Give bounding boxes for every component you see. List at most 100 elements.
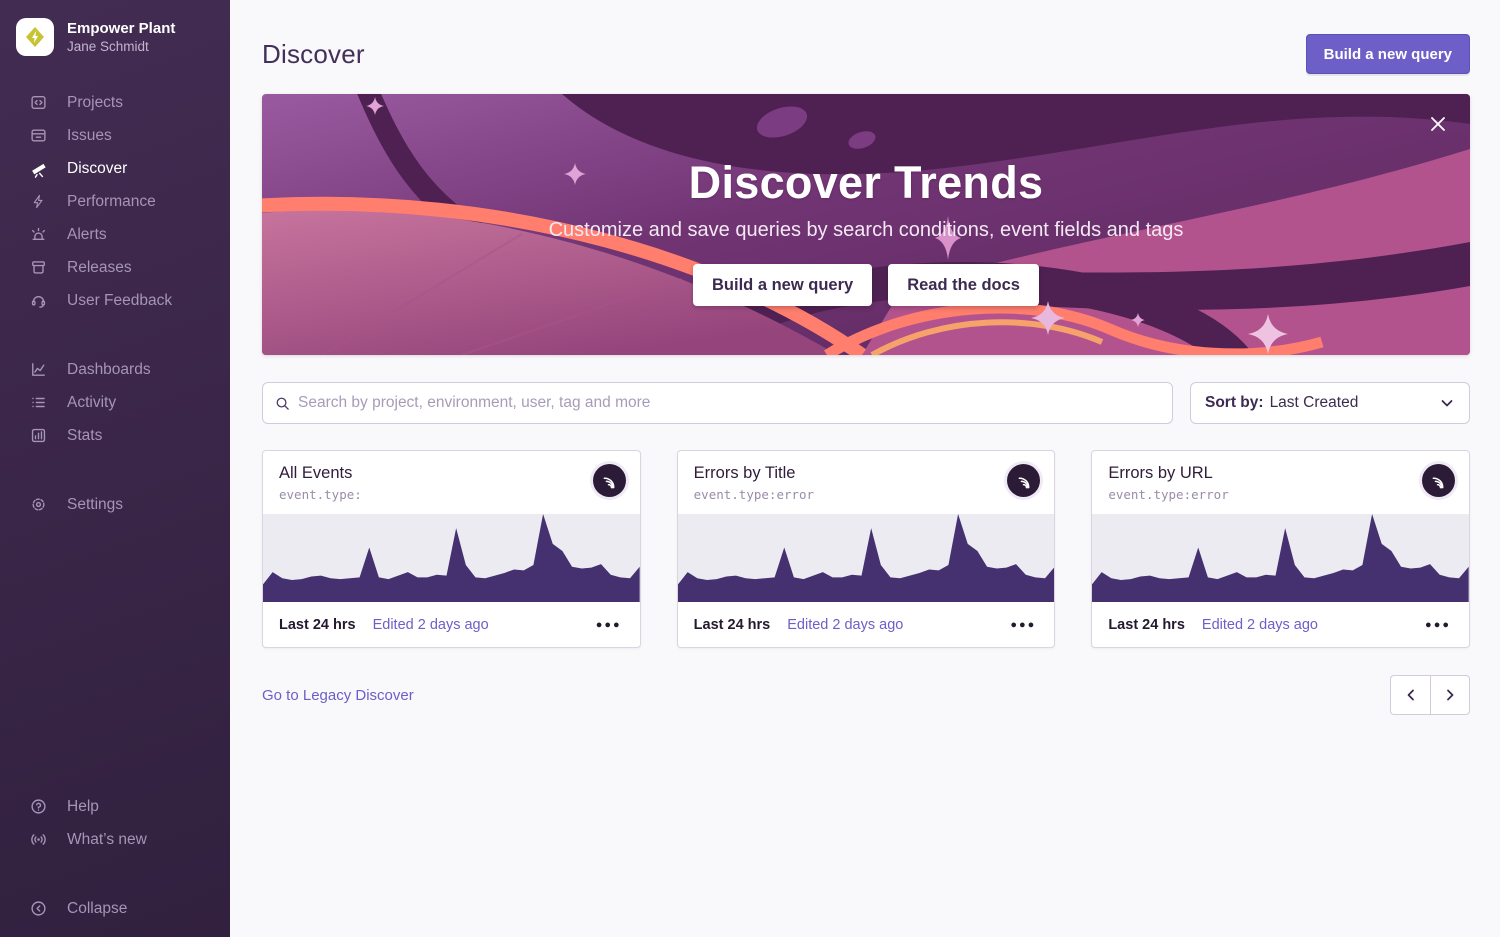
sidebar-item-dashboards[interactable]: Dashboards xyxy=(0,353,230,386)
sort-dropdown[interactable]: Sort by: Last Created xyxy=(1190,382,1470,424)
pagination-next-button[interactable] xyxy=(1430,675,1470,715)
query-card-errors-by-title[interactable]: Errors by Title event.type:error Last 24… xyxy=(677,450,1056,648)
discover-trends-banner: Discover Trends Customize and save queri… xyxy=(262,94,1470,355)
sidebar-item-help[interactable]: Help xyxy=(0,790,230,823)
card-query: event.type:error xyxy=(1108,487,1453,502)
banner-build-query-button[interactable]: Build a new query xyxy=(693,264,872,306)
list-icon xyxy=(29,393,48,412)
sidebar-item-label: Stats xyxy=(67,427,102,445)
query-card-all-events[interactable]: All Events event.type: Last 24 hrs Edite… xyxy=(262,450,641,648)
bottom-row: Go to Legacy Discover xyxy=(262,675,1470,715)
sidebar-item-issues[interactable]: Issues xyxy=(0,119,230,152)
search-input[interactable] xyxy=(298,394,1160,412)
sidebar-item-label: Alerts xyxy=(67,226,107,244)
issues-icon xyxy=(29,126,48,145)
pagination xyxy=(1390,675,1470,715)
banner-subtitle: Customize and save queries by search con… xyxy=(549,219,1184,242)
sidebar-item-projects[interactable]: Projects xyxy=(0,86,230,119)
sidebar-item-label: User Feedback xyxy=(67,292,172,310)
headset-icon xyxy=(29,291,48,310)
sidebar-nav-primary: Projects Issues Discover Performance Ale… xyxy=(0,78,230,325)
bar-chart-icon xyxy=(29,426,48,445)
user-name: Jane Schmidt xyxy=(67,38,175,56)
card-context-menu-button[interactable]: ●●● xyxy=(1423,615,1453,635)
sidebar-collapse-button[interactable]: Collapse xyxy=(0,892,230,925)
sidebar-item-whats-new[interactable]: What’s new xyxy=(0,823,230,856)
sidebar-item-label: Releases xyxy=(67,259,132,277)
card-sparkline xyxy=(1092,514,1469,602)
sidebar-item-label: Discover xyxy=(67,160,127,178)
banner-read-docs-button[interactable]: Read the docs xyxy=(888,264,1039,306)
sidebar-item-label: Collapse xyxy=(67,900,127,918)
projects-icon xyxy=(29,93,48,112)
card-context-menu-button[interactable]: ●●● xyxy=(1008,615,1038,635)
card-edited: Edited 2 days ago xyxy=(787,617,903,633)
archive-icon xyxy=(29,258,48,277)
card-query: event.type:error xyxy=(694,487,1039,502)
card-sparkline xyxy=(678,514,1055,602)
card-timeframe: Last 24 hrs xyxy=(279,617,356,633)
banner-content: Discover Trends Customize and save queri… xyxy=(262,94,1470,355)
sidebar: Empower Plant Jane Schmidt Projects Issu… xyxy=(0,0,230,937)
banner-title: Discover Trends xyxy=(689,157,1044,209)
sidebar-item-label: Projects xyxy=(67,94,123,112)
org-switcher[interactable]: Empower Plant Jane Schmidt xyxy=(0,0,230,78)
card-context-menu-button[interactable]: ●●● xyxy=(594,615,624,635)
chevron-right-icon xyxy=(1442,687,1458,703)
sidebar-item-activity[interactable]: Activity xyxy=(0,386,230,419)
telescope-icon xyxy=(29,159,48,178)
card-sparkline xyxy=(263,514,640,602)
saved-query-cards: All Events event.type: Last 24 hrs Edite… xyxy=(262,450,1470,648)
page-title: Discover xyxy=(262,39,365,70)
card-query: event.type: xyxy=(279,487,624,502)
card-timeframe: Last 24 hrs xyxy=(694,617,771,633)
card-title: Errors by URL xyxy=(1108,464,1453,483)
sidebar-item-stats[interactable]: Stats xyxy=(0,419,230,452)
sidebar-item-label: Performance xyxy=(67,193,156,211)
sidebar-item-label: Activity xyxy=(67,394,116,412)
sentry-logo-icon xyxy=(1015,472,1033,490)
search-box xyxy=(262,382,1173,424)
chevron-down-icon xyxy=(1439,395,1455,411)
sidebar-item-label: Settings xyxy=(67,496,123,514)
sort-value: Last Created xyxy=(1270,394,1359,412)
question-circle-icon xyxy=(29,797,48,816)
org-avatar xyxy=(16,18,54,56)
sentry-avatar xyxy=(593,464,626,497)
sentry-logo-icon xyxy=(1429,472,1447,490)
lightning-icon xyxy=(29,192,48,211)
sentry-avatar xyxy=(1422,464,1455,497)
saved-query-toolbar: Sort by: Last Created xyxy=(262,382,1470,424)
page-header: Discover Build a new query xyxy=(262,34,1470,74)
org-name: Empower Plant xyxy=(67,19,175,38)
sort-label: Sort by: xyxy=(1205,394,1264,412)
sidebar-nav-secondary: Dashboards Activity Stats xyxy=(0,345,230,460)
sidebar-nav-collapse: Collapse xyxy=(0,884,230,937)
chevron-left-circle-icon xyxy=(29,899,48,918)
card-timeframe: Last 24 hrs xyxy=(1108,617,1185,633)
card-title: Errors by Title xyxy=(694,464,1039,483)
sidebar-item-settings[interactable]: Settings xyxy=(0,488,230,521)
search-icon xyxy=(275,396,290,411)
main-content: Discover Build a new query xyxy=(230,0,1500,937)
sidebar-item-label: Dashboards xyxy=(67,361,151,379)
card-edited: Edited 2 days ago xyxy=(1202,617,1318,633)
sidebar-item-discover[interactable]: Discover xyxy=(0,152,230,185)
gear-icon xyxy=(29,495,48,514)
sidebar-item-label: Help xyxy=(67,798,99,816)
query-card-errors-by-url[interactable]: Errors by URL event.type:error Last 24 h… xyxy=(1091,450,1470,648)
line-chart-icon xyxy=(29,360,48,379)
sidebar-item-label: Issues xyxy=(67,127,112,145)
empower-plant-logo-icon xyxy=(23,25,47,49)
legacy-discover-link[interactable]: Go to Legacy Discover xyxy=(262,687,414,704)
sidebar-item-releases[interactable]: Releases xyxy=(0,251,230,284)
pagination-prev-button[interactable] xyxy=(1390,675,1430,715)
sidebar-item-performance[interactable]: Performance xyxy=(0,185,230,218)
chevron-left-icon xyxy=(1403,687,1419,703)
card-edited: Edited 2 days ago xyxy=(373,617,489,633)
build-new-query-button[interactable]: Build a new query xyxy=(1306,34,1470,74)
sidebar-item-alerts[interactable]: Alerts xyxy=(0,218,230,251)
sidebar-nav-help: Help What’s new xyxy=(0,782,230,864)
sentry-logo-icon xyxy=(600,472,618,490)
sidebar-item-user-feedback[interactable]: User Feedback xyxy=(0,284,230,317)
